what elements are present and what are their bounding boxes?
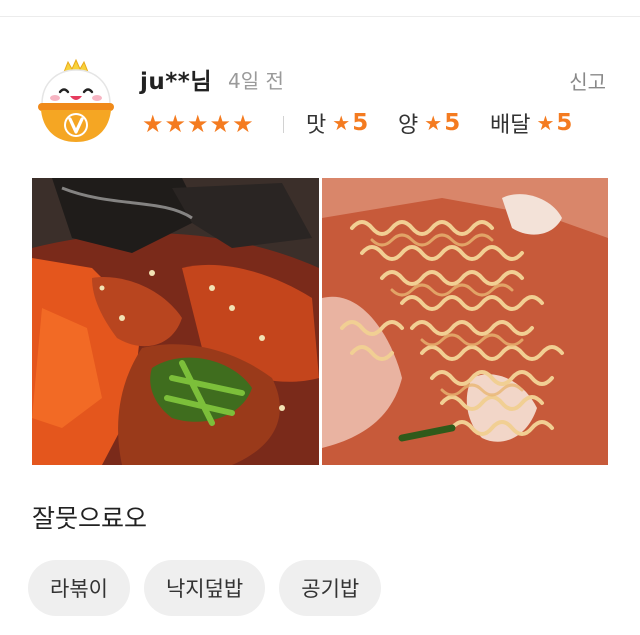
review-photo-rabokki[interactable] [322,178,608,465]
review-date: 4일 전 [228,69,284,93]
overall-rating-stars: ★★★★★ [142,108,255,140]
vip-rice-bowl-icon [38,58,114,142]
review-photo-octopus-rice[interactable] [32,178,319,465]
star-icon: ★★★★★ [142,110,255,138]
menu-tags: 라볶이 낙지덮밥 공기밥 [28,560,395,616]
rating-value: 5 [444,110,461,136]
star-icon: ★ [424,111,443,135]
rating-taste: 맛 ★ 5 [306,106,368,140]
top-divider [0,16,640,17]
report-button[interactable]: 신고 [569,66,606,95]
rating-value: 5 [556,110,573,136]
reviewer-name: ju**님 [140,69,212,95]
menu-tag[interactable]: 라볶이 [28,560,130,616]
menu-tag[interactable]: 낙지덮밥 [143,560,266,616]
menu-tag[interactable]: 공기밥 [279,560,382,616]
review-text: 잘뭇으료오 [32,504,148,533]
rating-delivery: 배달 ★ 5 [490,106,572,140]
star-icon: ★ [332,111,351,135]
rating-value: 5 [352,110,369,136]
rating-label: 맛 [306,113,327,138]
star-icon: ★ [536,111,555,135]
rating-quantity: 양 ★ 5 [398,106,460,140]
rating-label: 양 [398,113,419,138]
rating-divider [283,116,284,133]
rating-label: 배달 [490,113,531,138]
